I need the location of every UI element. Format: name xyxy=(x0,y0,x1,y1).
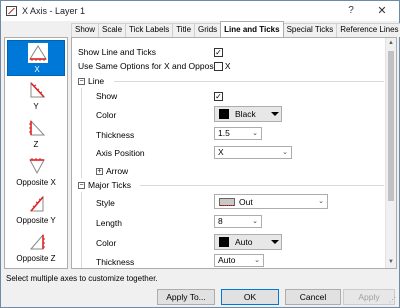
line-thickness-value: 1.5 xyxy=(218,128,230,138)
line-section-title: Line xyxy=(88,76,105,86)
line-thickness-label: Thickness xyxy=(96,130,135,140)
color-swatch xyxy=(219,109,229,119)
app-icon xyxy=(6,6,17,16)
line-thickness-combo[interactable]: 1.5 ⌄ xyxy=(214,127,262,140)
scroll-thumb[interactable] xyxy=(388,51,394,201)
tick-style-label: Style xyxy=(96,198,115,208)
tab-line-and-ticks[interactable]: Line and Ticks xyxy=(220,21,284,37)
tick-style-combo[interactable]: Out ⌄ xyxy=(214,194,328,209)
tab-show[interactable]: Show xyxy=(71,23,100,37)
axis-label-opposite-y: Opposite Y xyxy=(16,216,56,225)
dialog-window: X Axis - Layer 1 ? ✕ Show Scale Tick Lab… xyxy=(0,0,400,308)
tab-title[interactable]: Title xyxy=(172,23,196,37)
apply-button[interactable]: Apply xyxy=(343,289,395,305)
divider xyxy=(140,185,384,186)
color-swatch xyxy=(219,237,229,247)
tab-special-ticks[interactable]: Special Ticks xyxy=(282,23,338,37)
show-line-ticks-checkbox[interactable]: ✓ xyxy=(214,48,223,57)
axis-item-z[interactable]: Z xyxy=(7,116,65,152)
chevron-down-icon: ⌄ xyxy=(318,198,324,205)
tab-bar: Show Scale Tick Labels Title Grids Line … xyxy=(71,21,400,37)
axis-opposite-z-icon xyxy=(29,233,45,250)
tab-grids[interactable]: Grids xyxy=(194,23,222,37)
axis-y-icon xyxy=(30,81,46,98)
line-section-header[interactable]: − Line xyxy=(78,75,388,87)
axis-label-x: X xyxy=(34,65,40,74)
ok-button[interactable]: OK xyxy=(221,289,279,305)
tick-color-label: Color xyxy=(96,238,117,248)
chevron-down-icon xyxy=(271,240,279,244)
axis-item-y[interactable]: Y xyxy=(7,78,65,114)
axis-z-icon xyxy=(29,119,46,136)
tick-length-label: Length xyxy=(96,218,122,228)
tick-length-combo[interactable]: 8 ⌄ xyxy=(214,215,262,228)
close-button[interactable]: ✕ xyxy=(369,3,395,19)
same-options-checkbox[interactable] xyxy=(214,62,223,71)
title-bar: X Axis - Layer 1 ? ✕ xyxy=(1,1,399,21)
chevron-down-icon: ⌄ xyxy=(252,130,258,137)
collapse-icon: − xyxy=(78,78,85,86)
arrow-section-title: Arrow xyxy=(106,166,129,176)
axis-item-opposite-z[interactable]: Opposite Z xyxy=(7,230,65,266)
tree-guide xyxy=(81,88,82,178)
axis-label-opposite-x: Opposite X xyxy=(16,178,56,187)
line-color-value: Black xyxy=(235,109,256,119)
axis-list: X Y Z Opposite X Opposite Y Opposite Z xyxy=(4,37,68,269)
vertical-scrollbar[interactable]: ▲ ▼ xyxy=(385,38,396,268)
tab-tick-labels[interactable]: Tick Labels xyxy=(125,23,174,37)
axis-item-x[interactable]: X xyxy=(7,40,65,76)
line-color-dropdown[interactable]: Black xyxy=(214,106,282,122)
axis-item-opposite-y[interactable]: Opposite Y xyxy=(7,192,65,228)
tick-color-dropdown[interactable]: Auto xyxy=(214,234,282,250)
scroll-up-icon[interactable]: ▲ xyxy=(386,38,396,49)
tick-thickness-label: Thickness xyxy=(96,257,135,267)
window-title: X Axis - Layer 1 xyxy=(22,6,86,16)
resize-grip-icon[interactable]: ⋰ xyxy=(389,297,397,305)
line-show-checkbox[interactable]: ✓ xyxy=(214,92,223,101)
chevron-down-icon xyxy=(271,112,279,116)
axis-item-opposite-x[interactable]: Opposite X xyxy=(7,154,65,190)
tick-color-value: Auto xyxy=(235,237,253,247)
axis-label-opposite-z: Opposite Z xyxy=(16,254,56,263)
scroll-down-icon[interactable]: ▼ xyxy=(386,257,396,268)
tree-guide xyxy=(81,192,82,268)
tick-thickness-combo[interactable]: Auto ⌄ xyxy=(214,254,264,267)
axis-x-icon xyxy=(28,43,48,63)
same-options-label: Use Same Options for X and Opposite X xyxy=(78,61,231,71)
axis-position-combo[interactable]: X ⌄ xyxy=(214,146,292,159)
show-line-ticks-label: Show Line and Ticks xyxy=(78,47,156,57)
tick-length-value: 8 xyxy=(218,216,223,226)
tick-style-swatch xyxy=(219,198,235,206)
chevron-down-icon: ⌄ xyxy=(252,218,258,225)
axis-position-label: Axis Position xyxy=(96,148,145,158)
expand-icon: + xyxy=(96,168,103,176)
apply-to-button[interactable]: Apply To... xyxy=(157,289,215,305)
axis-opposite-x-icon xyxy=(29,158,45,175)
options-panel: Show Line and Ticks ✓ Use Same Options f… xyxy=(71,37,397,269)
axis-position-value: X xyxy=(218,147,224,157)
tick-thickness-value: Auto xyxy=(218,255,236,265)
arrow-section-header[interactable]: + Arrow xyxy=(96,165,128,177)
help-button[interactable]: ? xyxy=(340,3,362,19)
chevron-down-icon: ⌄ xyxy=(282,149,288,156)
major-ticks-section-header[interactable]: − Major Ticks xyxy=(78,179,388,191)
chevron-down-icon: ⌄ xyxy=(254,257,260,264)
axis-label-y: Y xyxy=(33,102,39,111)
divider xyxy=(114,81,384,82)
line-show-label: Show xyxy=(96,91,118,101)
major-ticks-section-title: Major Ticks xyxy=(88,180,131,190)
cancel-button[interactable]: Cancel xyxy=(285,289,341,305)
axis-label-z: Z xyxy=(33,140,39,149)
tick-style-value: Out xyxy=(239,197,253,207)
tab-reference-lines[interactable]: Reference Lines xyxy=(336,23,400,37)
status-text: Select multiple axes to customize togeth… xyxy=(6,274,158,283)
collapse-icon: − xyxy=(78,182,85,190)
line-color-label: Color xyxy=(96,110,117,120)
axis-opposite-y-icon xyxy=(29,195,44,212)
tab-scale[interactable]: Scale xyxy=(98,23,127,37)
